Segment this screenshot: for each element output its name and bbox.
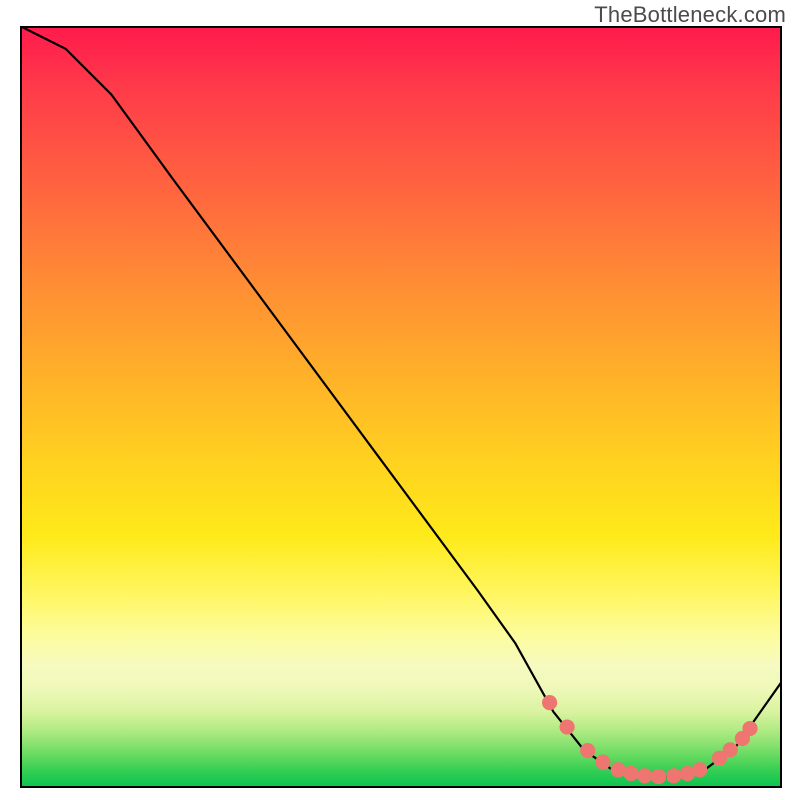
curve-marker: [723, 742, 738, 757]
curve-marker: [611, 762, 626, 777]
curve-marker: [542, 695, 557, 710]
curve-marker: [637, 768, 652, 783]
curve-marker: [595, 754, 610, 769]
chart-container: TheBottleneck.com: [0, 0, 800, 800]
chart-overlay: [20, 26, 782, 788]
plot-area: [20, 26, 782, 788]
curve-marker: [624, 766, 639, 781]
curve-marker: [742, 721, 757, 736]
curve-marker: [651, 769, 666, 784]
bottleneck-curve: [20, 26, 782, 777]
watermark-text: TheBottleneck.com: [594, 2, 786, 28]
curve-marker: [580, 743, 595, 758]
curve-marker: [666, 768, 681, 783]
curve-marker: [692, 762, 707, 777]
curve-marker: [560, 719, 575, 734]
